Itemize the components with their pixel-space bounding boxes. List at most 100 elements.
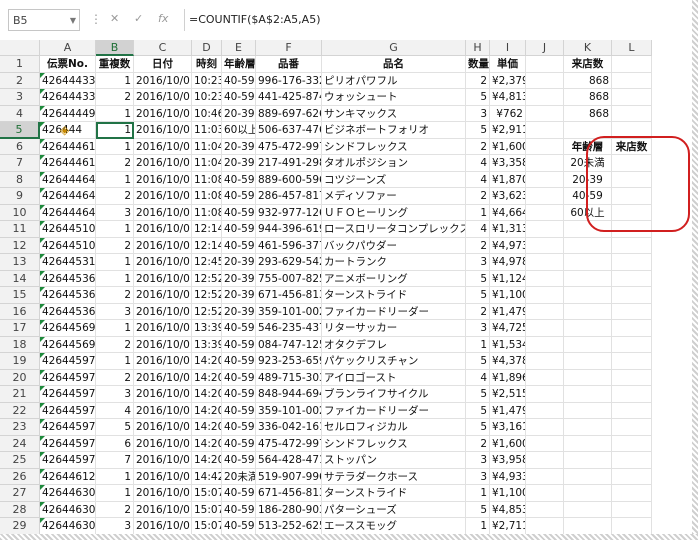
cell-e13[interactable]: 20-39 bbox=[222, 254, 256, 271]
cell-l15[interactable] bbox=[612, 287, 652, 304]
cell-g13[interactable]: カートランク bbox=[322, 254, 466, 271]
cell-c20[interactable]: 2016/10/01 bbox=[134, 369, 192, 386]
cell-h8[interactable]: 4 bbox=[466, 171, 490, 188]
cell-c1[interactable]: 日付 bbox=[134, 56, 192, 73]
cell-l20[interactable] bbox=[612, 369, 652, 386]
cell-a17[interactable]: 426445691 bbox=[40, 320, 96, 337]
row-header-21[interactable]: 21 bbox=[0, 386, 40, 403]
row-header-11[interactable]: 11 bbox=[0, 221, 40, 238]
column-header-a[interactable]: A bbox=[40, 40, 96, 56]
cell-h19[interactable]: 5 bbox=[466, 353, 490, 370]
cell-h12[interactable]: 2 bbox=[466, 237, 490, 254]
cell-d19[interactable]: 14:20 bbox=[192, 353, 222, 370]
cell-l18[interactable] bbox=[612, 336, 652, 353]
cell-l5[interactable] bbox=[612, 122, 652, 139]
cell-a18[interactable]: 426445691 bbox=[40, 336, 96, 353]
cell-j19[interactable] bbox=[526, 353, 564, 370]
cell-c16[interactable]: 2016/10/01 bbox=[134, 303, 192, 320]
cell-i29[interactable]: ¥2,711 bbox=[490, 518, 526, 535]
cell-a20[interactable]: 426445977 bbox=[40, 369, 96, 386]
cell-c4[interactable]: 2016/10/01 bbox=[134, 105, 192, 122]
cell-g10[interactable]: ＵＦＯヒーリング bbox=[322, 204, 466, 221]
column-header-j[interactable]: J bbox=[526, 40, 564, 56]
cell-h16[interactable]: 2 bbox=[466, 303, 490, 320]
cell-g17[interactable]: リターサッカー bbox=[322, 320, 466, 337]
cell-d4[interactable]: 10:46 bbox=[192, 105, 222, 122]
cell-k5[interactable] bbox=[564, 122, 612, 139]
cell-l23[interactable] bbox=[612, 419, 652, 436]
cell-l28[interactable] bbox=[612, 501, 652, 518]
cell-b3[interactable]: 2 bbox=[96, 89, 134, 106]
cell-d29[interactable]: 15:07 bbox=[192, 518, 222, 535]
cell-i26[interactable]: ¥4,933 bbox=[490, 468, 526, 485]
cell-k14[interactable] bbox=[564, 270, 612, 287]
cell-i20[interactable]: ¥1,896 bbox=[490, 369, 526, 386]
cell-d26[interactable]: 14:42 bbox=[192, 468, 222, 485]
cell-a1[interactable]: 伝票No. bbox=[40, 56, 96, 73]
cell-j25[interactable] bbox=[526, 452, 564, 469]
cell-j21[interactable] bbox=[526, 386, 564, 403]
cell-j23[interactable] bbox=[526, 419, 564, 436]
cell-c19[interactable]: 2016/10/01 bbox=[134, 353, 192, 370]
cell-d15[interactable]: 12:52 bbox=[192, 287, 222, 304]
cell-i8[interactable]: ¥1,870 bbox=[490, 171, 526, 188]
cell-d27[interactable]: 15:07 bbox=[192, 485, 222, 502]
summary-visits-1[interactable] bbox=[612, 155, 652, 172]
cell-f1[interactable]: 品番 bbox=[256, 56, 322, 73]
cell-j22[interactable] bbox=[526, 402, 564, 419]
cell-e26[interactable]: 20未満 bbox=[222, 468, 256, 485]
column-header-h[interactable]: H bbox=[466, 40, 490, 56]
cell-c10[interactable]: 2016/10/01 bbox=[134, 204, 192, 221]
cell-a9[interactable]: 426444644 bbox=[40, 188, 96, 205]
cell-k23[interactable] bbox=[564, 419, 612, 436]
name-box[interactable]: B5 ▼ bbox=[8, 9, 80, 31]
cell-e4[interactable]: 20-39 bbox=[222, 105, 256, 122]
cell-b19[interactable]: 1 bbox=[96, 353, 134, 370]
cell-d6[interactable]: 11:04 bbox=[192, 138, 222, 155]
cell-f21[interactable]: 848-944-6949 bbox=[256, 386, 322, 403]
cell-l12[interactable] bbox=[612, 237, 652, 254]
cell-c3[interactable]: 2016/10/01 bbox=[134, 89, 192, 106]
cell-b17[interactable]: 1 bbox=[96, 320, 134, 337]
cell-b26[interactable]: 1 bbox=[96, 468, 134, 485]
cell-j2[interactable] bbox=[526, 72, 564, 89]
cell-h13[interactable]: 3 bbox=[466, 254, 490, 271]
cell-a29[interactable]: 426446300 bbox=[40, 518, 96, 535]
cell-b11[interactable]: 1 bbox=[96, 221, 134, 238]
cell-b29[interactable]: 3 bbox=[96, 518, 134, 535]
row-header-13[interactable]: 13 bbox=[0, 254, 40, 271]
cell-a13[interactable]: 426445318 bbox=[40, 254, 96, 271]
cell-a22[interactable]: 426445977 bbox=[40, 402, 96, 419]
cell-d7[interactable]: 11:04 bbox=[192, 155, 222, 172]
cell-i25[interactable]: ¥3,958 bbox=[490, 452, 526, 469]
cell-e7[interactable]: 20-39 bbox=[222, 155, 256, 172]
column-header-g[interactable]: G bbox=[322, 40, 466, 56]
row-header-20[interactable]: 20 bbox=[0, 369, 40, 386]
cell-f23[interactable]: 336-042-1615 bbox=[256, 419, 322, 436]
cell-g8[interactable]: コツジーンズ bbox=[322, 171, 466, 188]
cell-g2[interactable]: ピリオパワフル bbox=[322, 72, 466, 89]
cell-b8[interactable]: 1 bbox=[96, 171, 134, 188]
cell-b2[interactable]: 1 bbox=[96, 72, 134, 89]
cell-g21[interactable]: ブランライフサイクル bbox=[322, 386, 466, 403]
cell-b6[interactable]: 1 bbox=[96, 138, 134, 155]
cell-e29[interactable]: 40-59 bbox=[222, 518, 256, 535]
cell-j24[interactable] bbox=[526, 435, 564, 452]
cell-a14[interactable]: 426445366 bbox=[40, 270, 96, 287]
cell-d12[interactable]: 12:14 bbox=[192, 237, 222, 254]
cell-b4[interactable]: 1 bbox=[96, 105, 134, 122]
cell-k25[interactable] bbox=[564, 452, 612, 469]
row-header-12[interactable]: 12 bbox=[0, 237, 40, 254]
cell-i13[interactable]: ¥4,978 bbox=[490, 254, 526, 271]
cell-f10[interactable]: 932-977-1264 bbox=[256, 204, 322, 221]
cell-b1[interactable]: 重複数 bbox=[96, 56, 134, 73]
cell-h21[interactable]: 5 bbox=[466, 386, 490, 403]
chevron-down-icon[interactable]: ▼ bbox=[70, 10, 76, 32]
cell-d10[interactable]: 11:08 bbox=[192, 204, 222, 221]
cell-d2[interactable]: 10:23 bbox=[192, 72, 222, 89]
cell-k1[interactable]: 来店数 bbox=[564, 56, 612, 73]
cell-k3[interactable]: 868 bbox=[564, 89, 612, 106]
cell-g23[interactable]: セルロフィジカル bbox=[322, 419, 466, 436]
cell-h17[interactable]: 3 bbox=[466, 320, 490, 337]
cell-l22[interactable] bbox=[612, 402, 652, 419]
